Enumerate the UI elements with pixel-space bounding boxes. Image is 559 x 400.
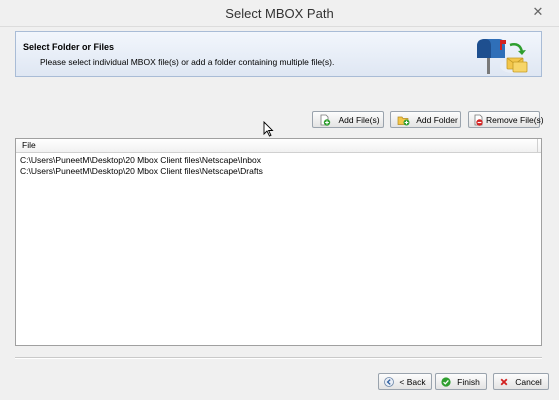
header-panel: Select Folder or Files Please select ind…: [15, 31, 542, 77]
add-files-label: Add File(s): [338, 114, 380, 125]
window-title: Select MBOX Path: [225, 6, 334, 21]
header-title: Select Folder or Files: [23, 42, 115, 52]
close-icon[interactable]: ✕: [529, 4, 547, 20]
add-folder-icon: [397, 116, 410, 125]
cancel-label: Cancel: [515, 376, 542, 387]
back-label: < Back: [399, 376, 426, 387]
add-file-icon: [320, 114, 331, 126]
remove-file-icon: [474, 114, 483, 126]
back-button[interactable]: < Back: [378, 373, 432, 390]
mailbox-logo-icon: [477, 39, 528, 74]
finish-button[interactable]: Finish: [435, 373, 487, 390]
footer-divider: [15, 357, 542, 359]
list-item[interactable]: C:\Users\PuneetM\Desktop\20 Mbox Client …: [16, 166, 541, 177]
column-separator[interactable]: [537, 139, 538, 152]
finish-label: Finish: [457, 376, 480, 387]
list-item[interactable]: C:\Users\PuneetM\Desktop\20 Mbox Client …: [16, 155, 541, 166]
title-bar: Select MBOX Path ✕: [0, 0, 559, 27]
finish-check-icon: [441, 376, 451, 387]
back-arrow-icon: [384, 376, 394, 387]
add-files-button[interactable]: Add File(s): [312, 111, 384, 128]
add-folder-label: Add Folder: [416, 114, 458, 125]
add-folder-button[interactable]: Add Folder: [390, 111, 461, 128]
mouse-cursor-icon: [263, 121, 274, 137]
file-list[interactable]: File C:\Users\PuneetM\Desktop\20 Mbox Cl…: [15, 138, 542, 346]
cancel-x-icon: [500, 378, 508, 385]
remove-files-label: Remove File(s): [486, 114, 544, 125]
file-column-header[interactable]: File: [16, 139, 541, 153]
header-description: Please select individual MBOX file(s) or…: [40, 57, 335, 67]
cancel-button[interactable]: Cancel: [493, 373, 549, 390]
remove-files-button[interactable]: Remove File(s): [468, 111, 544, 128]
